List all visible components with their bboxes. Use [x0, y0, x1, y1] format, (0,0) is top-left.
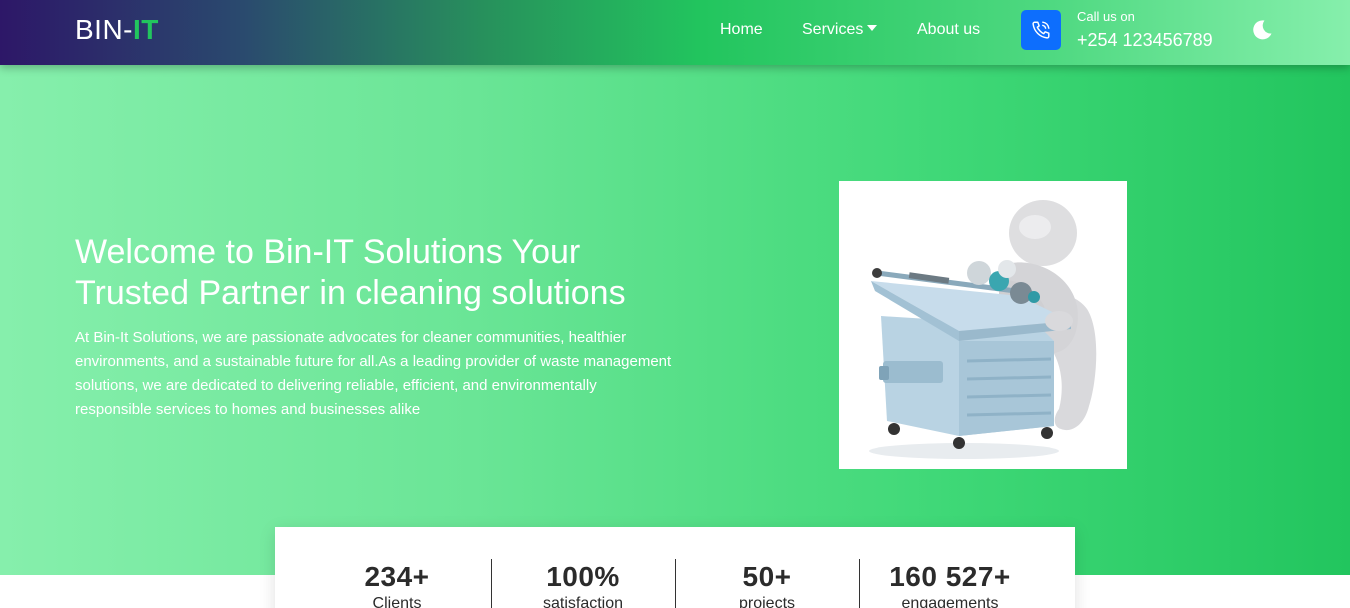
stat-divider: [675, 559, 676, 608]
stat-divider: [491, 559, 492, 608]
stat-value: 50+: [742, 561, 792, 592]
call-number[interactable]: +254 123456789: [1077, 30, 1213, 51]
stat-value: 234+: [364, 561, 430, 592]
nav-services-label: Services: [802, 21, 864, 38]
stats-card: 234+ Clients 100% satisfaction 50+ proje…: [275, 527, 1075, 608]
hero-description: At Bin-It Solutions, we are passionate a…: [75, 329, 672, 418]
nav-about-link[interactable]: About us: [917, 21, 980, 39]
caret-down-icon: [867, 24, 878, 31]
hero-section: [0, 65, 1350, 575]
brand-suffix: IT: [133, 14, 159, 45]
stat-label: projects: [738, 595, 796, 608]
navbar: BIN-IT Home Services About us Call us on…: [0, 0, 1350, 65]
stat-engagements: 160 527+ engagements: [875, 561, 1025, 608]
nav-home-link[interactable]: Home: [720, 21, 763, 39]
hero-illustration: [839, 181, 1127, 469]
stat-divider: [859, 559, 860, 608]
stat-satisfaction: 100% satisfaction: [518, 561, 648, 608]
brand-logo[interactable]: BIN-IT: [75, 14, 159, 46]
stat-label: Clients: [372, 595, 422, 608]
stat-value: 100%: [546, 561, 620, 592]
moon-icon[interactable]: [1250, 18, 1274, 42]
stat-projects: 50+ projects: [702, 561, 832, 608]
nav-services-dropdown[interactable]: Services: [802, 21, 878, 39]
dumpster-figure-image: [869, 200, 1097, 459]
brand-prefix: BIN-: [75, 14, 133, 45]
stat-label: satisfaction: [542, 595, 624, 608]
call-us-label: Call us on: [1077, 9, 1135, 24]
stat-label: engagements: [901, 595, 999, 608]
stat-clients: 234+ Clients: [337, 561, 457, 608]
phone-call-icon: [1032, 21, 1050, 39]
phone-call-button[interactable]: [1021, 10, 1061, 50]
hero-title: Welcome to Bin-IT Solutions Your Trusted…: [75, 233, 626, 312]
stat-value: 160 527+: [889, 561, 1011, 592]
